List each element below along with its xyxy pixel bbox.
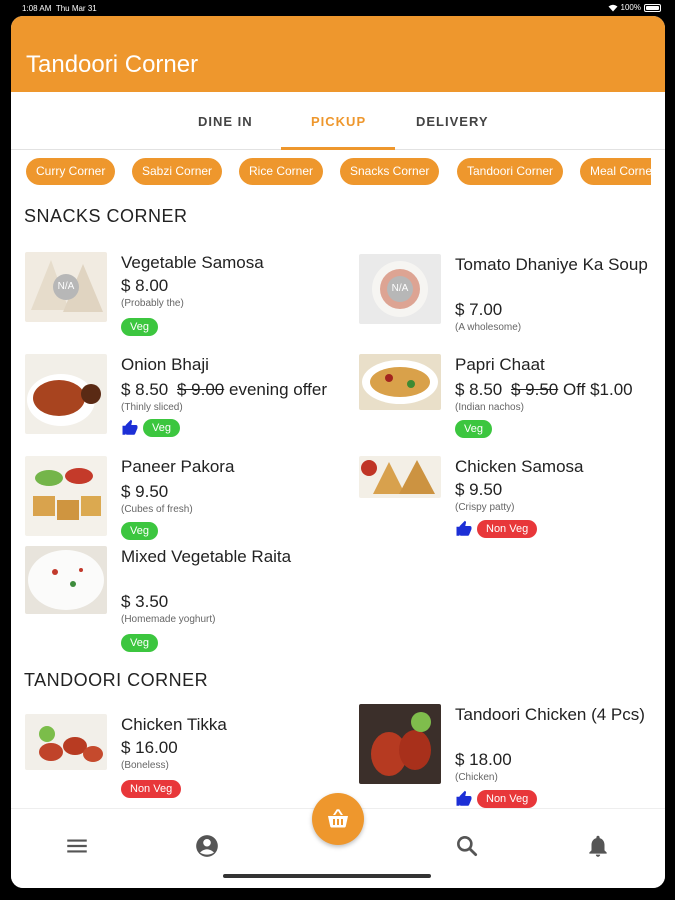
item-image	[359, 354, 441, 410]
item-image: N/A	[359, 254, 441, 324]
order-type-tabs: DINE IN PICKUP DELIVERY	[11, 92, 665, 150]
item-price: $ 8.50 $ 9.00 evening offer	[121, 380, 327, 399]
item-image	[359, 704, 441, 784]
status-time: 1:08 AM Thu Mar 31	[22, 4, 97, 13]
status-indicators: 100%	[608, 3, 661, 12]
battery-icon	[644, 3, 661, 12]
chip-meal-corner[interactable]: Meal Corner	[580, 158, 651, 185]
app-bar: Tandoori Corner	[11, 16, 665, 92]
status-bar: 1:08 AM Thu Mar 31 100%	[0, 0, 675, 16]
item-desc: (Indian nachos)	[455, 402, 524, 413]
menu-item-chicken-tikka[interactable]: Chicken Tikka $ 16.00 (Boneless) Non Veg	[25, 714, 345, 814]
veg-badge: Veg	[121, 318, 158, 336]
app-screen: Tandoori Corner DINE IN PICKUP DELIVERY …	[11, 16, 665, 888]
account-icon[interactable]	[194, 833, 220, 859]
item-offer: evening offer	[229, 380, 327, 399]
item-desc: (Crispy patty)	[455, 502, 515, 513]
tab-pickup[interactable]: PICKUP	[311, 114, 366, 129]
veg-badge: Veg	[121, 634, 158, 652]
item-image	[25, 354, 107, 434]
home-indicator	[223, 874, 431, 878]
item-offer: Off $1.00	[563, 380, 633, 399]
thumbs-up-icon[interactable]	[455, 790, 473, 808]
item-desc: (Chicken)	[455, 772, 498, 783]
item-old-price: $ 9.00	[177, 380, 225, 399]
veg-badge: Veg	[455, 420, 492, 438]
chip-rice-corner[interactable]: Rice Corner	[239, 158, 324, 185]
tab-indicator	[281, 147, 395, 150]
item-desc: (Cubes of fresh)	[121, 504, 193, 515]
item-price: $ 9.50	[121, 482, 169, 501]
item-image	[359, 456, 441, 498]
chip-sabzi-corner[interactable]: Sabzi Corner	[132, 158, 223, 185]
battery-percent: 100%	[620, 3, 641, 12]
item-price: $ 3.50	[121, 592, 169, 611]
non-veg-badge: Non Veg	[477, 790, 538, 808]
cart-icon	[328, 809, 348, 828]
item-price: $ 8.00	[121, 276, 169, 295]
na-placeholder: N/A	[387, 276, 413, 302]
search-icon[interactable]	[454, 833, 480, 859]
menu-icon[interactable]	[64, 833, 90, 859]
item-price: $ 18.00	[455, 750, 512, 769]
chip-curry-corner[interactable]: Curry Corner	[26, 158, 116, 185]
tab-delivery[interactable]: DELIVERY	[416, 114, 489, 129]
item-name: Mixed Vegetable Raita	[121, 547, 292, 566]
item-image	[25, 456, 107, 536]
item-price: $ 16.00	[121, 738, 178, 757]
notification-icon[interactable]	[585, 833, 611, 859]
section-title-tandoori: TANDOORI CORNER	[24, 670, 209, 690]
menu-item-tomato-soup[interactable]: N/A Tomato Dhaniye Ka Soup $ 7.00 (A who…	[359, 254, 665, 354]
chip-tandoori-corner[interactable]: Tandoori Corner	[457, 158, 564, 185]
thumbs-up-icon[interactable]	[121, 419, 139, 437]
menu-item-tandoori-chicken[interactable]: Tandoori Chicken (4 Pcs) $ 18.00 (Chicke…	[359, 704, 665, 808]
item-name: Papri Chaat	[455, 355, 545, 374]
menu-item-paneer-pakora[interactable]: Paneer Pakora $ 9.50 (Cubes of fresh) Ve…	[25, 456, 345, 556]
item-name: Tomato Dhaniye Ka Soup	[455, 255, 648, 274]
wifi-icon	[608, 4, 618, 11]
veg-badge: Veg	[121, 522, 158, 540]
menu-item-chicken-samosa[interactable]: Chicken Samosa $ 9.50 (Crispy patty) Non…	[359, 456, 665, 556]
item-name: Paneer Pakora	[121, 457, 235, 476]
item-name: Onion Bhaji	[121, 355, 209, 374]
item-price: $ 8.50 $ 9.50 Off $1.00	[455, 380, 633, 399]
item-desc: (Thinly sliced)	[121, 402, 183, 413]
cart-button[interactable]	[312, 793, 364, 845]
menu-item-onion-bhaji[interactable]: Onion Bhaji $ 8.50 $ 9.00 evening offer …	[25, 354, 345, 454]
menu-item-papri-chaat[interactable]: Papri Chaat $ 8.50 $ 9.50 Off $1.00 (Ind…	[359, 354, 665, 454]
thumbs-up-icon[interactable]	[455, 520, 473, 538]
item-image	[25, 546, 107, 614]
item-desc: (Boneless)	[121, 760, 169, 771]
menu-item-mixed-vegetable-raita[interactable]: Mixed Vegetable Raita $ 3.50 (Homemade y…	[25, 546, 345, 658]
menu-item-vegetable-samosa[interactable]: N/A Vegetable Samosa $ 8.00 (Probably th…	[25, 252, 345, 352]
item-name: Vegetable Samosa	[121, 253, 264, 272]
item-price: $ 9.50	[455, 480, 503, 499]
item-desc: (Homemade yoghurt)	[121, 614, 216, 625]
non-veg-badge: Non Veg	[477, 520, 538, 538]
app-title: Tandoori Corner	[26, 51, 199, 78]
non-veg-badge: Non Veg	[121, 780, 182, 798]
item-desc: (A wholesome)	[455, 322, 522, 333]
na-placeholder: N/A	[53, 274, 79, 300]
tab-dine-in[interactable]: DINE IN	[198, 114, 253, 129]
item-image	[25, 714, 107, 770]
category-chips: Curry Corner Sabzi Corner Rice Corner Sn…	[11, 156, 651, 188]
item-name: Tandoori Chicken (4 Pcs)	[455, 705, 645, 724]
item-desc: (Probably the)	[121, 298, 184, 309]
chip-snacks-corner[interactable]: Snacks Corner	[340, 158, 440, 185]
item-old-price: $ 9.50	[511, 380, 559, 399]
veg-badge: Veg	[143, 419, 180, 437]
item-image: N/A	[25, 252, 107, 322]
item-name: Chicken Samosa	[455, 457, 584, 476]
section-title-snacks: SNACKS CORNER	[24, 206, 188, 226]
item-name: Chicken Tikka	[121, 715, 227, 734]
item-price: $ 7.00	[455, 300, 503, 319]
